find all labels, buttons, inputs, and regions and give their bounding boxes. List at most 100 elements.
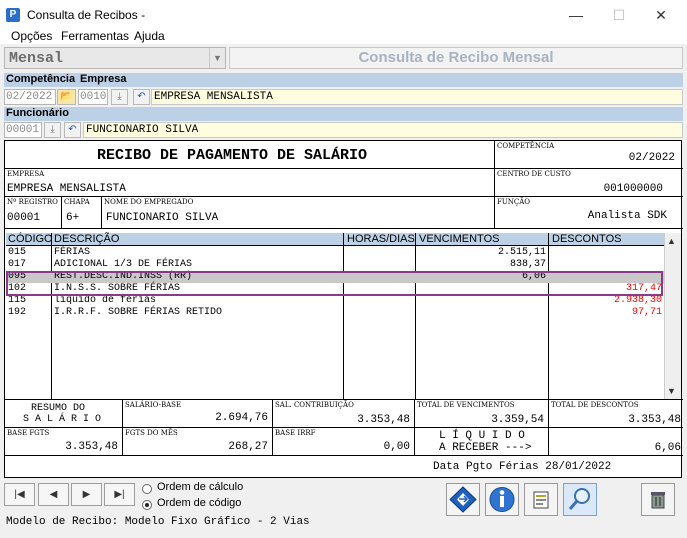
radio-ordem-codigo-label: Ordem de código — [157, 497, 242, 509]
col-codigo[interactable]: CÓDIGO — [8, 233, 53, 245]
cell-descricao: FÉRIAS — [54, 247, 91, 258]
chevron-down-icon[interactable]: ▼ — [209, 48, 225, 68]
salario-base-value: 2.694,76 — [215, 412, 268, 424]
funcao-value: Analista SDK — [587, 210, 667, 222]
salario-base-cell: SALÁRIO-BASE 2.694,76 — [123, 400, 273, 428]
cell-codigo: 115 — [8, 295, 27, 306]
menu-ajuda[interactable]: Ajuda — [134, 29, 165, 43]
cell-codigo: 192 — [8, 307, 27, 318]
previous-record-button[interactable]: ◀ — [38, 483, 69, 506]
funcionario-label-bar: Funcionário — [4, 107, 683, 121]
centro-custo-cell: CENTRO DE CUSTO 001000000 — [495, 169, 683, 197]
download-arrow-icon[interactable]: ⤓ — [44, 122, 61, 138]
print-icon[interactable] — [524, 483, 558, 516]
scroll-up-icon[interactable]: ▲ — [667, 236, 676, 246]
menu-ferramentas[interactable]: Ferramentas — [61, 29, 129, 43]
liquido-value: 6,06 — [654, 442, 681, 454]
col-horas-dias[interactable]: HORAS/DIAS — [347, 233, 415, 245]
col-descricao[interactable]: DESCRIÇÃO — [54, 233, 119, 245]
download-arrow-icon[interactable]: ⤓ — [111, 89, 128, 105]
undo-icon[interactable]: ↶ — [133, 89, 150, 105]
last-record-button[interactable]: ▶| — [104, 483, 135, 506]
info-icon[interactable] — [485, 483, 519, 516]
trash-glyph — [651, 492, 665, 509]
fgts-mes-caption: FGTS DO MÊS — [125, 429, 178, 437]
undo-icon[interactable]: ↶ — [64, 122, 81, 138]
grid-scrollbar[interactable]: ▲ ▼ — [664, 233, 681, 399]
col-vencimentos[interactable]: VENCIMENTOS — [419, 233, 499, 245]
close-button[interactable]: ✕ — [645, 5, 677, 25]
sal-contribuicao-caption: SAL. CONTRIBUIÇÃO — [275, 401, 354, 409]
registro-value: 00001 — [7, 212, 41, 224]
scroll-down-icon[interactable]: ▼ — [667, 386, 676, 396]
receipt-panel: RECIBO DE PAGAMENTO DE SALÁRIO COMPETÊNC… — [4, 140, 683, 478]
competencia-input[interactable]: 02/2022 — [4, 89, 56, 105]
cell-descontos: 97,71 — [631, 307, 662, 318]
cell-descontos: 2.938,30 — [613, 295, 662, 306]
status-text: Modelo de Recibo: Modelo Fixo Gráfico - … — [6, 516, 310, 528]
title-bar: P Consulta de Recibos - — ☐ ✕ — [0, 0, 687, 30]
liquido-label-cell: L Í Q U I D O A RECEBER ---> — [415, 428, 549, 456]
receipt-title: RECIBO DE PAGAMENTO DE SALÁRIO — [97, 147, 368, 164]
minimize-button[interactable]: — — [560, 5, 592, 25]
table-row[interactable]: 017 ADICIONAL 1/3 DE FÉRIAS 838,37 — [6, 259, 664, 271]
liquido-value-cell: 6,06 — [549, 428, 683, 456]
zoom-icon[interactable] — [563, 483, 597, 516]
base-fgts-value: 3.353,48 — [65, 441, 118, 453]
centro-custo-value: 001000000 — [603, 183, 663, 195]
table-row[interactable]: 192 I.R.R.F. SOBRE FÉRIAS RETIDO 97,71 — [6, 307, 664, 319]
total-vencimentos-value: 3.359,54 — [491, 414, 544, 426]
radio-ordem-calculo[interactable] — [142, 484, 152, 494]
empresa-caption: EMPRESA — [7, 170, 45, 178]
radio-ordem-calculo-label: Ordem de cálculo — [157, 481, 244, 493]
cell-descricao: ADICIONAL 1/3 DE FÉRIAS — [54, 259, 193, 270]
folder-icon[interactable]: 📂 — [57, 89, 76, 105]
info-glyph — [489, 487, 515, 512]
maximize-button[interactable]: ☐ — [603, 5, 635, 25]
data-pgto-value: Data Pgto Férias 28/01/2022 — [433, 461, 612, 473]
registro-cell: Nº REGISTRO 00001 — [5, 197, 62, 229]
table-row[interactable]: 115 liquido de férias 2.938,30 — [6, 295, 664, 307]
funcionario-label: Funcionário — [6, 107, 69, 119]
col-descontos[interactable]: DESCONTOS — [552, 233, 621, 245]
cell-codigo: 017 — [8, 259, 27, 270]
radio-selected-dot — [145, 503, 149, 507]
funcao-caption: FUNÇÃO — [497, 198, 531, 206]
salario-base-caption: SALÁRIO-BASE — [125, 401, 182, 409]
sal-contribuicao-cell: SAL. CONTRIBUIÇÃO 3.353,48 — [273, 400, 415, 428]
centro-custo-caption: CENTRO DE CUSTO — [497, 170, 571, 178]
base-irrf-cell: BASE IRRF 0,00 — [273, 428, 415, 456]
chapa-caption: CHAPA — [64, 198, 90, 206]
fgts-mes-value: 268,27 — [228, 441, 268, 453]
base-irrf-caption: BASE IRRF — [275, 429, 316, 437]
menu-opcoes[interactable]: Opções — [11, 29, 52, 43]
resumo-cell: RESUMO DO S A L Á R I O — [5, 400, 123, 428]
menu-bar: Opções Ferramentas Ajuda — [0, 29, 687, 44]
empresa-cell: EMPRESA EMPRESA MENSALISTA — [5, 169, 495, 197]
fgts-mes-cell: FGTS DO MÊS 268,27 — [123, 428, 273, 456]
sync-icon[interactable] — [446, 483, 480, 516]
first-record-button[interactable]: |◀ — [4, 483, 35, 506]
grid-header: CÓDIGO DESCRIÇÃO HORAS/DIAS VENCIMENTOS … — [6, 233, 664, 246]
chapa-cell: CHAPA 6+ — [62, 197, 102, 229]
total-vencimentos-caption: TOTAL DE VENCIMENTOS — [417, 401, 515, 409]
next-record-button[interactable]: ▶ — [71, 483, 102, 506]
bottom-bar: |◀ ◀ ▶ ▶| Ordem de cálculo Ordem de códi… — [0, 479, 687, 538]
cell-descricao: I.R.R.F. SOBRE FÉRIAS RETIDO — [54, 307, 223, 318]
radio-ordem-codigo[interactable] — [142, 500, 152, 510]
table-row[interactable]: 015 FÉRIAS 2.515,11 — [6, 247, 664, 259]
period-type-select[interactable]: Mensal ▼ — [4, 47, 226, 69]
base-irrf-value: 0,00 — [383, 441, 410, 453]
base-fgts-caption: BASE FGTS — [7, 429, 50, 437]
cell-descricao: liquido de férias — [54, 295, 157, 306]
sync-diamond-glyph — [449, 486, 477, 513]
sal-contribuicao-value: 3.353,48 — [357, 414, 410, 426]
total-descontos-value: 3.353,48 — [628, 414, 681, 426]
trash-icon[interactable] — [641, 483, 675, 516]
row-highlight-box — [6, 271, 663, 296]
chapa-value: 6+ — [66, 212, 80, 224]
liquido-line1: L Í Q U I D O — [439, 430, 525, 442]
funcionario-code-input[interactable]: 00001 — [4, 122, 42, 138]
empresa-code-input[interactable]: 0010 — [78, 89, 108, 105]
empresa-label: Empresa — [80, 73, 127, 85]
